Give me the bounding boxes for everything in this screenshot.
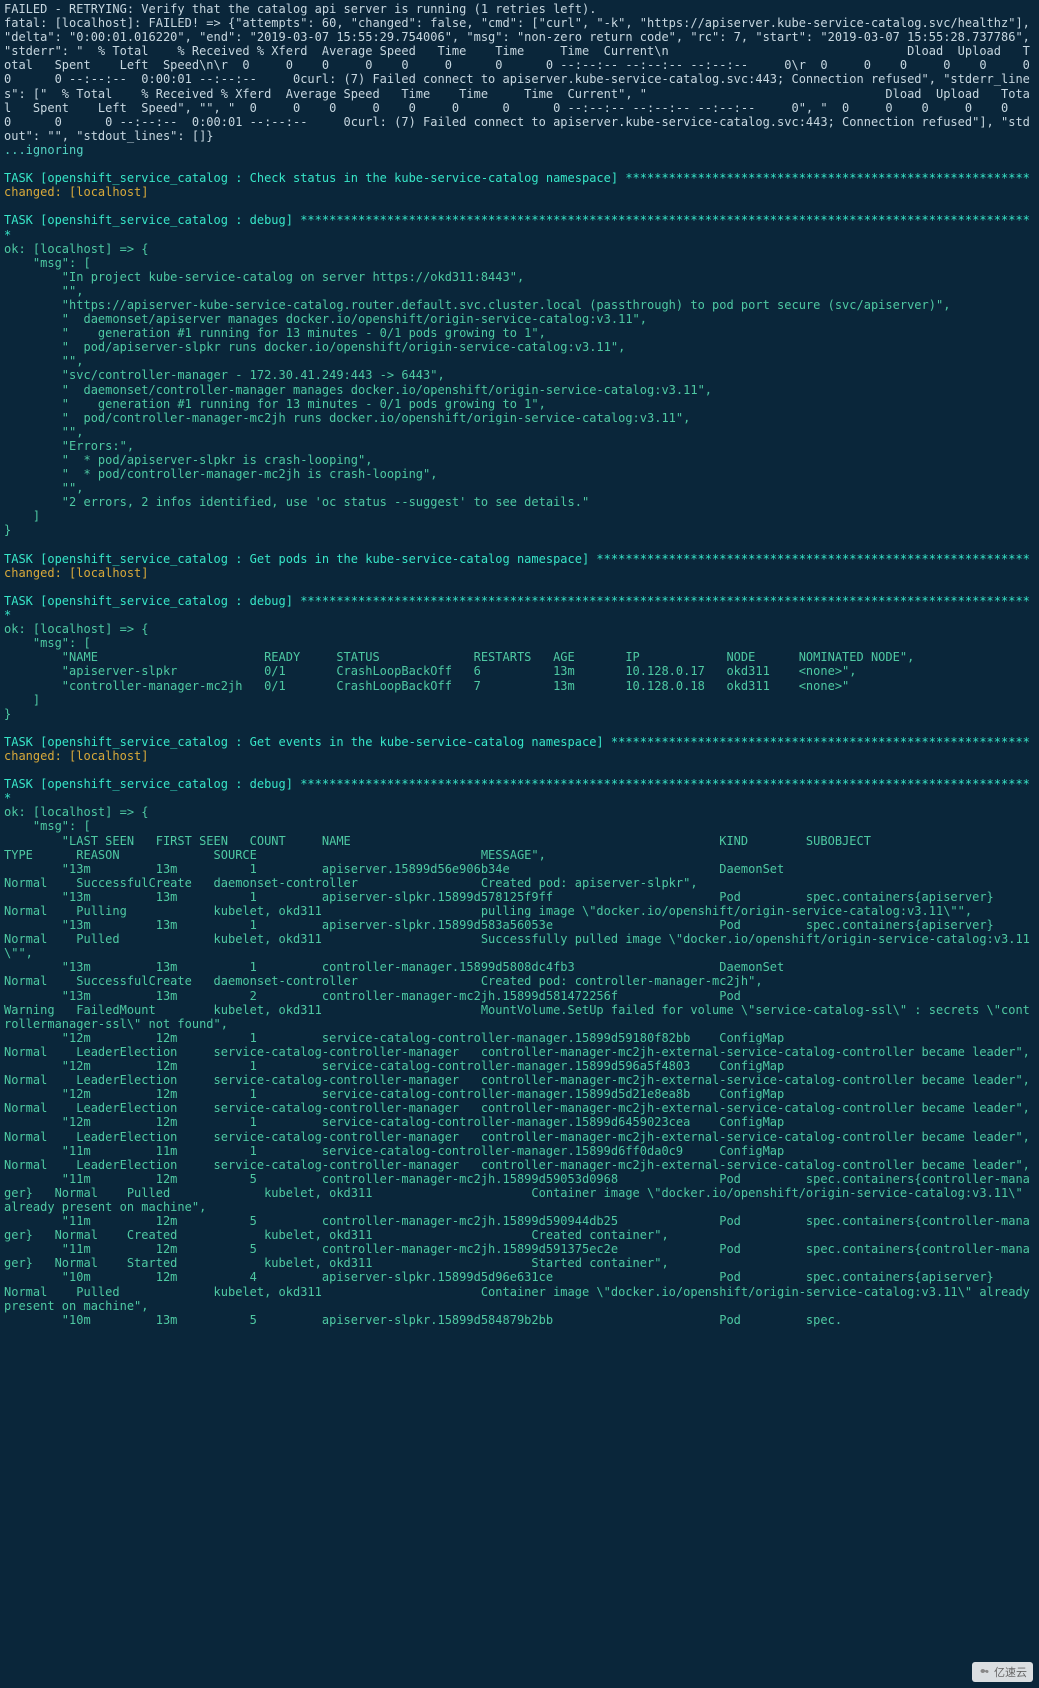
terminal-line: } (4, 523, 11, 537)
terminal-line: ...ignoring (4, 143, 83, 157)
terminal-line: " daemonset/apiserver manages docker.io/… (4, 312, 647, 326)
terminal-line: "controller-manager-mc2jh 0/1 CrashLoopB… (4, 679, 849, 693)
terminal-line: " generation #1 running for 13 minutes -… (4, 326, 546, 340)
terminal-line: "", (4, 481, 83, 495)
terminal-line: "13m 13m 2 controller-manager-mc2jh.1589… (4, 989, 1039, 1031)
terminal-line: "msg": [ (4, 819, 91, 833)
terminal-line: "https://apiserver-kube-service-catalog.… (4, 298, 950, 312)
terminal-line: ] (4, 509, 40, 523)
terminal-line: "Errors:", (4, 439, 134, 453)
terminal-line: "In project kube-service-catalog on serv… (4, 270, 524, 284)
infinity-icon (978, 1666, 990, 1678)
terminal-line: "10m 13m 5 apiserver-slpkr.15899d584879b… (4, 1313, 842, 1327)
terminal-line: } (4, 707, 11, 721)
terminal-line: ok: [localhost] => { (4, 805, 149, 819)
terminal-line: "", (4, 284, 83, 298)
terminal-line: "svc/controller-manager - 172.30.41.249:… (4, 368, 445, 382)
terminal-line: FAILED - RETRYING: Verify that the catal… (4, 2, 596, 16)
terminal-line: TASK [openshift_service_catalog : debug]… (4, 594, 1030, 622)
terminal-line: " pod/apiserver-slpkr runs docker.io/ope… (4, 340, 625, 354)
terminal-line: " daemonset/controller-manager manages d… (4, 383, 712, 397)
terminal-line: TASK [openshift_service_catalog : Get po… (4, 552, 1030, 566)
terminal-line: "apiserver-slpkr 0/1 CrashLoopBackOff 6 … (4, 664, 857, 678)
terminal-line: "11m 12m 5 controller-manager-mc2jh.1589… (4, 1172, 1030, 1214)
terminal-line: TASK [openshift_service_catalog : Check … (4, 171, 1030, 185)
terminal-line: " * pod/apiserver-slpkr is crash-looping… (4, 453, 372, 467)
terminal-line: "12m 12m 1 service-catalog-controller-ma… (4, 1115, 1039, 1143)
terminal-line: changed: [localhost] (4, 749, 149, 763)
terminal-line: fatal: [localhost]: FAILED! => {"attempt… (4, 16, 1039, 143)
terminal-line: ok: [localhost] => { (4, 622, 149, 636)
terminal-output: FAILED - RETRYING: Verify that the catal… (0, 0, 1039, 1329)
terminal-line: ] (4, 693, 40, 707)
terminal-line: TASK [openshift_service_catalog : debug]… (4, 213, 1030, 241)
terminal-line: "12m 12m 1 service-catalog-controller-ma… (4, 1031, 1039, 1059)
terminal-line: changed: [localhost] (4, 566, 149, 580)
terminal-line: " pod/controller-manager-mc2jh runs dock… (4, 411, 690, 425)
terminal-line: "msg": [ (4, 636, 91, 650)
terminal-line: "13m 13m 1 apiserver.15899d56e906b34e Da… (4, 862, 1039, 890)
terminal-line: "11m 12m 5 controller-manager-mc2jh.1589… (4, 1214, 1030, 1242)
terminal-line: "10m 12m 4 apiserver-slpkr.15899d5d96e63… (4, 1270, 1039, 1312)
terminal-line: "12m 12m 1 service-catalog-controller-ma… (4, 1087, 1039, 1115)
terminal-line: "msg": [ (4, 256, 91, 270)
terminal-line: "11m 12m 5 controller-manager-mc2jh.1589… (4, 1242, 1030, 1270)
terminal-line: "2 errors, 2 infos identified, use 'oc s… (4, 495, 589, 509)
terminal-line: "", (4, 354, 83, 368)
watermark-text: 亿速云 (994, 1664, 1027, 1680)
terminal-line: "12m 12m 1 service-catalog-controller-ma… (4, 1059, 1039, 1087)
terminal-line: "13m 13m 1 controller-manager.15899d5808… (4, 960, 1039, 988)
terminal-line: "13m 13m 1 apiserver-slpkr.15899d583a560… (4, 918, 1039, 960)
terminal-line: TASK [openshift_service_catalog : debug]… (4, 777, 1030, 805)
terminal-line: "LAST SEEN FIRST SEEN COUNT NAME KIND SU… (4, 834, 1039, 862)
terminal-line: TASK [openshift_service_catalog : Get ev… (4, 735, 1030, 749)
terminal-line: ok: [localhost] => { (4, 242, 149, 256)
terminal-line: "NAME READY STATUS RESTARTS AGE IP NODE … (4, 650, 914, 664)
terminal-line: "13m 13m 1 apiserver-slpkr.15899d578125f… (4, 890, 1039, 918)
terminal-line: "11m 11m 1 service-catalog-controller-ma… (4, 1144, 1039, 1172)
terminal-line: changed: [localhost] (4, 185, 149, 199)
terminal-line: " * pod/controller-manager-mc2jh is cras… (4, 467, 437, 481)
watermark-badge: 亿速云 (972, 1662, 1033, 1682)
terminal-line: "", (4, 425, 83, 439)
terminal-line: " generation #1 running for 13 minutes -… (4, 397, 546, 411)
